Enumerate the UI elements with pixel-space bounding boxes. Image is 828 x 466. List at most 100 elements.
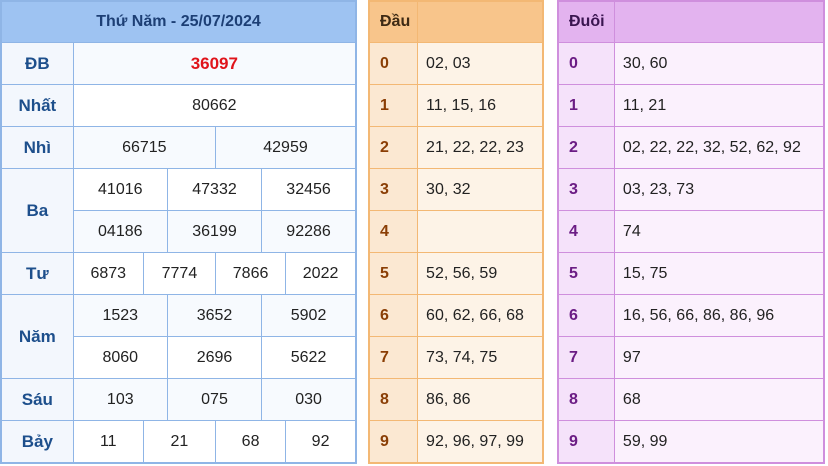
digit-cell: 5 (557, 252, 615, 295)
prize-value: 36199 (166, 210, 263, 253)
values-cell: 30, 32 (417, 168, 544, 211)
digit-cell: 3 (368, 168, 419, 211)
values-cell: 21, 22, 22, 23 (417, 126, 544, 169)
table-row: 1 11, 21 (557, 84, 825, 127)
digit-cell: 4 (368, 210, 419, 253)
duoi-table: Đuôi 0 30, 60 1 11, 21 2 02, 22, 22, 32, 52… (557, 0, 825, 464)
prize-label: Nhất (0, 84, 74, 127)
digit-cell: 8 (557, 378, 615, 421)
digit-cell: 6 (557, 294, 615, 337)
prize-value: 6873 (72, 252, 144, 295)
prize-label: Năm (0, 294, 74, 379)
table-row: 1 11, 15, 16 (368, 84, 544, 127)
digit-cell: 1 (368, 84, 419, 127)
table-row: 3 03, 23, 73 (557, 168, 825, 211)
prize-value: 92 (285, 420, 357, 464)
prize-value: 80662 (72, 84, 357, 127)
results-title: Thứ Năm - 25/07/2024 (0, 0, 357, 43)
table-row: 5 52, 56, 59 (368, 252, 544, 295)
prize-value: 5902 (261, 294, 357, 337)
values-cell: 74 (613, 210, 825, 253)
prize-value: 68 (214, 420, 287, 464)
values-cell: 11, 15, 16 (417, 84, 544, 127)
prize-label: Bảy (0, 420, 74, 464)
table-row: 6 60, 62, 66, 68 (368, 294, 544, 337)
prize-value: 5622 (261, 336, 357, 379)
prize-label: Nhì (0, 126, 74, 169)
values-cell: 15, 75 (613, 252, 825, 295)
dau-header: Đầu (368, 0, 419, 43)
table-row: 2 21, 22, 22, 23 (368, 126, 544, 169)
table-row: 7 73, 74, 75 (368, 336, 544, 379)
digit-cell: 3 (557, 168, 615, 211)
table-row: Nhì 66715 42959 (0, 126, 357, 169)
values-cell: 60, 62, 66, 68 (417, 294, 544, 337)
prize-value: 3652 (166, 294, 263, 337)
prize-value: 8060 (72, 336, 168, 379)
table-row: ĐB 36097 (0, 42, 357, 85)
special-prize-value: 36097 (72, 42, 357, 85)
table-row: 4 74 (557, 210, 825, 253)
table-row: Tư 6873 7774 7866 2022 (0, 252, 357, 295)
values-cell: 02, 22, 22, 32, 52, 62, 92 (613, 126, 825, 169)
prize-value: 075 (166, 378, 263, 421)
prize-value: 030 (261, 378, 357, 421)
digit-cell: 0 (557, 42, 615, 85)
values-cell: 86, 86 (417, 378, 544, 421)
prize-label: Sáu (0, 378, 74, 421)
table-row: 0 30, 60 (557, 42, 825, 85)
table-row: 5 15, 75 (557, 252, 825, 295)
prize-value: 103 (72, 378, 168, 421)
digit-cell: 6 (368, 294, 419, 337)
duoi-header: Đuôi (557, 0, 615, 43)
table-row: Ba 41016 47332 32456 (0, 168, 357, 253)
digit-cell: 7 (368, 336, 419, 379)
prize-label: ĐB (0, 42, 74, 85)
digit-cell: 5 (368, 252, 419, 295)
prize-value: 66715 (72, 126, 217, 169)
table-row: Nhất 80662 (0, 84, 357, 127)
prize-value: 41016 (72, 168, 168, 211)
duoi-header-blank (613, 0, 825, 43)
table-row: 7 97 (557, 336, 825, 379)
values-cell: 30, 60 (613, 42, 825, 85)
prize-value: 2022 (285, 252, 357, 295)
table-row: 0 02, 03 (368, 42, 544, 85)
table-row: 3 30, 32 (368, 168, 544, 211)
dau-table: Đầu 0 02, 03 1 11, 15, 16 2 21, 22, 22, 23 … (368, 0, 544, 464)
values-cell: 03, 23, 73 (613, 168, 825, 211)
prize-value: 04186 (72, 210, 168, 253)
values-cell: 92, 96, 97, 99 (417, 420, 544, 464)
table-row: 9 59, 99 (557, 420, 825, 464)
table-row: 9 92, 96, 97, 99 (368, 420, 544, 464)
digit-cell: 4 (557, 210, 615, 253)
digit-cell: 9 (368, 420, 419, 464)
values-cell: 02, 03 (417, 42, 544, 85)
digit-cell: 2 (557, 126, 615, 169)
table-row: 8 68 (557, 378, 825, 421)
table-row: 4 (368, 210, 544, 253)
prize-value: 1523 (72, 294, 168, 337)
table-row: 8 86, 86 (368, 378, 544, 421)
digit-cell: 0 (368, 42, 419, 85)
dau-header-blank (417, 0, 544, 43)
values-cell (417, 210, 544, 253)
prize-value: 92286 (261, 210, 357, 253)
table-row: Năm 1523 3652 5902 (0, 294, 357, 379)
prize-value: 7774 (142, 252, 217, 295)
digit-cell: 8 (368, 378, 419, 421)
prize-value: 42959 (215, 126, 357, 169)
prize-value: 32456 (261, 168, 357, 211)
values-cell: 68 (613, 378, 825, 421)
table-row: 2 02, 22, 22, 32, 52, 62, 92 (557, 126, 825, 169)
table-row: 6 16, 56, 66, 86, 86, 96 (557, 294, 825, 337)
prize-label: Ba (0, 168, 74, 253)
prize-value: 7866 (214, 252, 287, 295)
prize-value: 21 (142, 420, 217, 464)
values-cell: 59, 99 (613, 420, 825, 464)
digit-cell: 7 (557, 336, 615, 379)
lottery-results-table: Thứ Năm - 25/07/2024 ĐB 36097 Nhất 80662… (0, 0, 357, 464)
prize-value: 11 (72, 420, 144, 464)
table-row: Bảy 11 21 68 92 (0, 420, 357, 464)
digit-cell: 1 (557, 84, 615, 127)
